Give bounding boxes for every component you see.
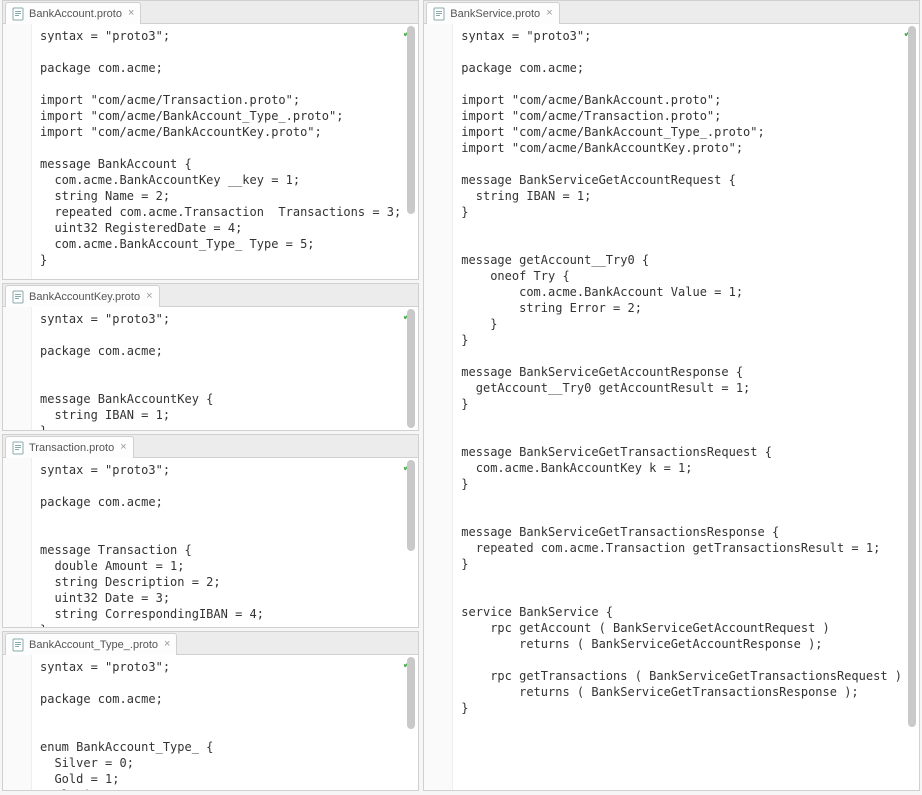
editor-area[interactable]: syntax = "proto3"; package com.acme; mes… xyxy=(3,458,418,627)
file-icon xyxy=(12,290,24,304)
file-icon xyxy=(12,441,24,455)
tab-bankaccountkey[interactable]: BankAccountKey.proto × xyxy=(5,285,160,307)
editor-pane-transaction: Transaction.proto × syntax = "proto3"; p… xyxy=(2,434,419,628)
right-column: BankService.proto × syntax = "proto3"; p… xyxy=(423,0,920,791)
tab-transaction[interactable]: Transaction.proto × xyxy=(5,436,134,458)
tab-label: BankAccount_Type_.proto xyxy=(29,639,158,651)
editor-area[interactable]: syntax = "proto3"; package com.acme; mes… xyxy=(3,307,418,430)
workspace: BankAccount.proto × syntax = "proto3"; p… xyxy=(0,0,922,795)
code-content[interactable]: syntax = "proto3"; package com.acme; mes… xyxy=(32,458,407,627)
scrollbar[interactable] xyxy=(407,657,415,788)
close-icon[interactable]: × xyxy=(164,639,170,650)
left-column: BankAccount.proto × syntax = "proto3"; p… xyxy=(2,0,419,791)
code-content[interactable]: syntax = "proto3"; package com.acme; imp… xyxy=(32,24,407,279)
file-icon xyxy=(433,7,445,21)
code-content[interactable]: syntax = "proto3"; package com.acme; imp… xyxy=(453,24,908,790)
file-icon xyxy=(12,638,24,652)
editor-pane-bankaccountkey: BankAccountKey.proto × syntax = "proto3"… xyxy=(2,283,419,431)
editor-pane-bankaccount: BankAccount.proto × syntax = "proto3"; p… xyxy=(2,0,419,280)
tab-bankservice[interactable]: BankService.proto × xyxy=(426,2,559,24)
line-gutter xyxy=(3,307,32,430)
tab-label: BankService.proto xyxy=(450,8,540,20)
editor-pane-bankservice: BankService.proto × syntax = "proto3"; p… xyxy=(423,0,920,791)
tab-bankaccount-type[interactable]: BankAccount_Type_.proto × xyxy=(5,633,177,655)
tab-bar: BankService.proto × xyxy=(424,1,919,24)
close-icon[interactable]: × xyxy=(120,442,126,453)
editor-area[interactable]: syntax = "proto3"; package com.acme; enu… xyxy=(3,655,418,790)
close-icon[interactable]: × xyxy=(128,8,134,19)
scrollbar[interactable] xyxy=(407,309,415,428)
close-icon[interactable]: × xyxy=(146,291,152,302)
tab-bar: BankAccount.proto × xyxy=(3,1,418,24)
editor-area[interactable]: syntax = "proto3"; package com.acme; imp… xyxy=(424,24,919,790)
tab-bar: Transaction.proto × xyxy=(3,435,418,458)
tab-bar: BankAccount_Type_.proto × xyxy=(3,632,418,655)
scrollbar[interactable] xyxy=(908,26,916,788)
code-content[interactable]: syntax = "proto3"; package com.acme; enu… xyxy=(32,655,407,790)
tab-label: BankAccount.proto xyxy=(29,8,122,20)
tab-bankaccount[interactable]: BankAccount.proto × xyxy=(5,2,141,24)
tab-label: BankAccountKey.proto xyxy=(29,291,140,303)
editor-pane-bankaccount-type: BankAccount_Type_.proto × syntax = "prot… xyxy=(2,631,419,791)
line-gutter xyxy=(3,458,32,627)
tab-bar: BankAccountKey.proto × xyxy=(3,284,418,307)
code-content[interactable]: syntax = "proto3"; package com.acme; mes… xyxy=(32,307,407,430)
line-gutter xyxy=(424,24,453,790)
file-icon xyxy=(12,7,24,21)
line-gutter xyxy=(3,655,32,790)
line-gutter xyxy=(3,24,32,279)
editor-area[interactable]: syntax = "proto3"; package com.acme; imp… xyxy=(3,24,418,279)
close-icon[interactable]: × xyxy=(546,8,552,19)
tab-label: Transaction.proto xyxy=(29,442,114,454)
scrollbar[interactable] xyxy=(407,460,415,625)
scrollbar[interactable] xyxy=(407,26,415,277)
